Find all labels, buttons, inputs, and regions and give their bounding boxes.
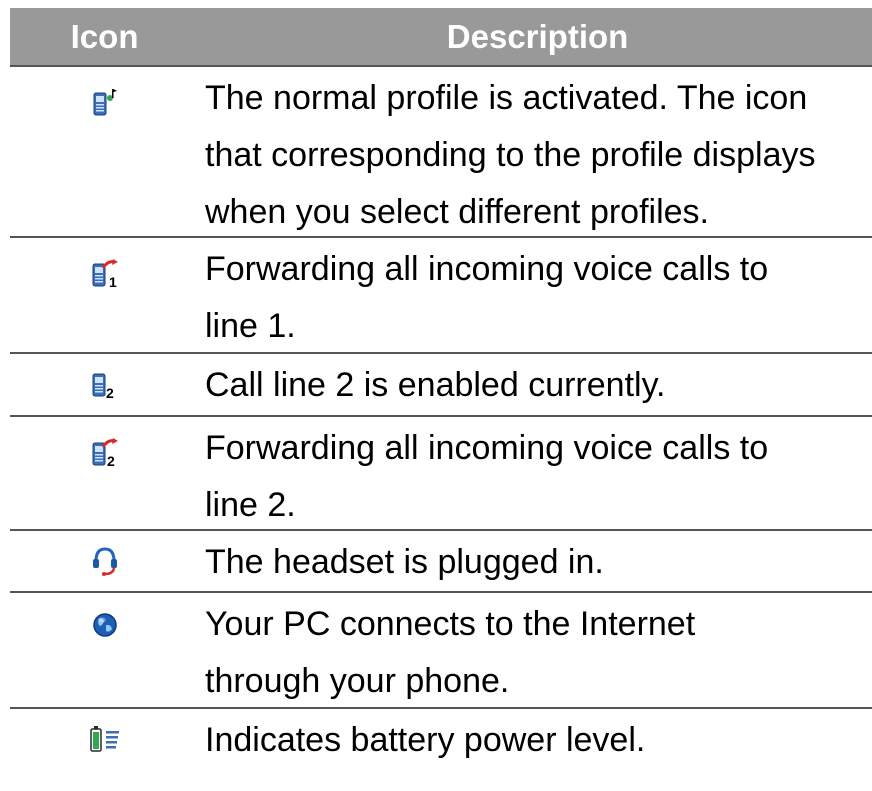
table-header: Icon Description xyxy=(10,8,872,67)
table-row: The headset is plugged in. xyxy=(10,531,872,593)
table-row: The normal profile is activated. The ico… xyxy=(10,67,872,238)
row-description: The normal profile is activated. The ico… xyxy=(205,79,816,231)
table-row: 1 Forwarding all incoming voice calls to… xyxy=(10,238,872,354)
header-description-column: Description xyxy=(446,17,629,55)
table-row: 2 Forwarding all incoming voice calls to… xyxy=(10,417,872,531)
row-description: Forwarding all incoming voice calls to l… xyxy=(205,429,769,524)
row-description: Call line 2 is enabled currently. xyxy=(205,366,666,404)
table-row: Your PC connects to the Internet through… xyxy=(10,593,872,709)
icon-description-table: Icon Description The normal profile is a… xyxy=(10,8,872,779)
row-description: Forwarding all incoming voice calls to l… xyxy=(205,250,769,345)
row-description: Your PC connects to the Internet through… xyxy=(205,605,696,700)
header-icon-column: Icon xyxy=(70,17,139,55)
table-row: Indicates battery power level. xyxy=(10,709,872,779)
row-description: Indicates battery power level. xyxy=(205,721,646,759)
row-description: The headset is plugged in. xyxy=(205,543,604,581)
table-row: 2 Call line 2 is enabled currently. xyxy=(10,354,872,417)
